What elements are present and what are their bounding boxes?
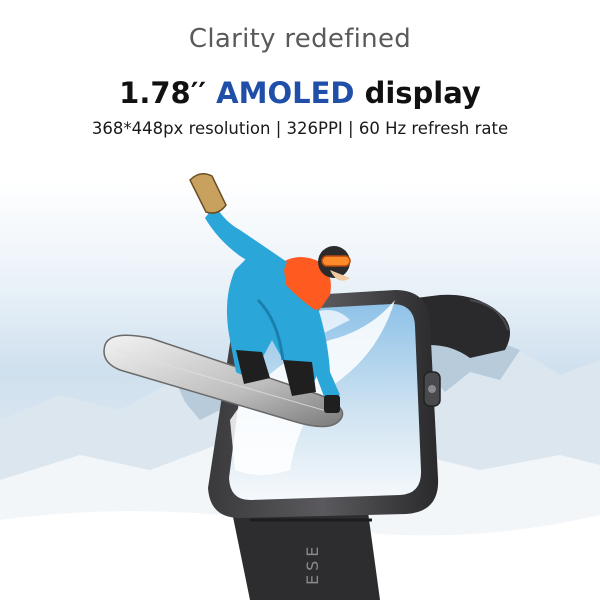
spec-line: 368*448px resolution | 326PPI | 60 Hz re…	[91, 119, 509, 138]
display-type-highlight: AMOLED	[216, 76, 355, 110]
headline-suffix: display	[364, 76, 481, 110]
product-banner: Clarity redefined 1.78′′ AMOLED display …	[0, 0, 600, 600]
rider-goggles	[321, 255, 351, 267]
display-size: 1.78′′	[119, 76, 207, 110]
headline: 1.78′′ AMOLED display	[0, 76, 600, 110]
tagline: Clarity redefined	[188, 24, 412, 54]
rider-glove	[189, 173, 227, 214]
watch-strap-bottom	[232, 512, 380, 600]
